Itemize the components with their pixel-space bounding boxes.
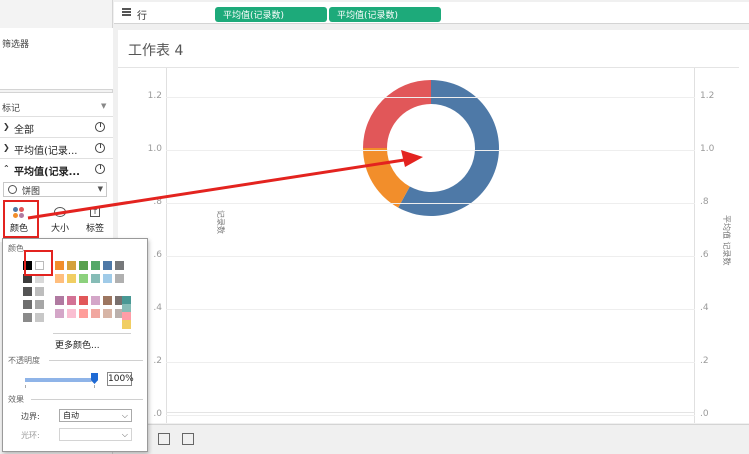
arrow-head [401, 150, 423, 167]
arrow-shaft [27, 158, 405, 220]
annotation-arrow [27, 150, 423, 220]
